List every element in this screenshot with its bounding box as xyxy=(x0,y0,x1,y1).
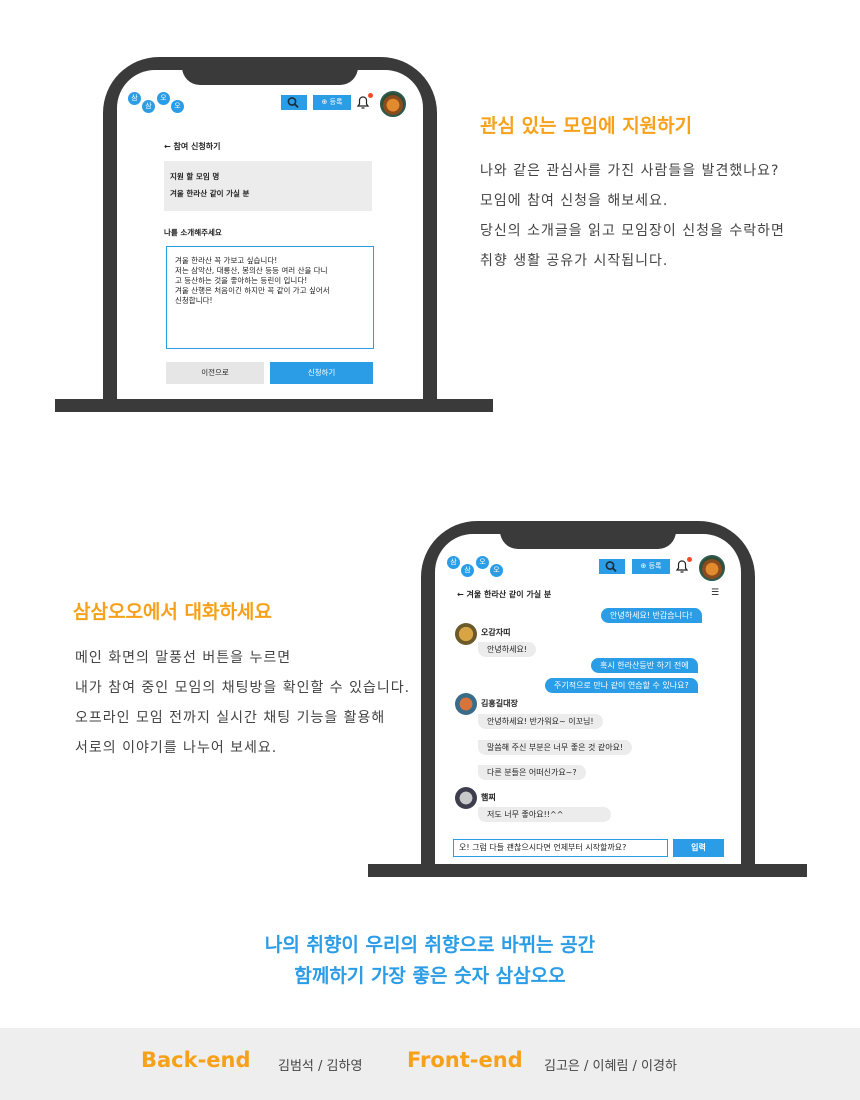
logo-char: 삼 xyxy=(461,564,474,577)
section-desc-line: 취향 생활 공유가 시작됩니다. xyxy=(480,253,669,269)
chat-avatar xyxy=(455,623,477,645)
logo-char: 삼 xyxy=(128,92,141,105)
section-desc-line: 메인 화면의 말풍선 버튼을 누르면 xyxy=(75,650,292,666)
intro-label: 나를 소개해주세요 xyxy=(164,228,222,237)
user-avatar[interactable] xyxy=(699,555,725,581)
chat-username: 오감자띠 xyxy=(481,628,511,637)
chat-bubble-other: 저도 너무 좋아요!!^^ xyxy=(478,807,611,822)
tagline-line2: 함께하기 가장 좋은 숫자 삼삼오오 xyxy=(294,965,566,987)
apply-button[interactable]: 신청하기 xyxy=(270,362,373,384)
chat-bubble-mine: 주기적으로 만나 같이 연습할 수 있나요? xyxy=(545,678,698,693)
phone-screen-apply xyxy=(117,70,423,402)
chat-avatar xyxy=(455,787,477,809)
logo-char: 삼 xyxy=(447,556,460,569)
chat-input[interactable]: 오! 그럼 다들 괜찮으시다면 언제부터 시작할까요? xyxy=(453,839,668,857)
user-avatar[interactable] xyxy=(380,91,406,117)
meeting-name-box xyxy=(164,161,372,211)
logo-char: 오 xyxy=(171,100,184,113)
register-button[interactable]: ⊕ 등록 xyxy=(313,95,351,110)
plus-circle-icon: ⊕ xyxy=(640,562,647,570)
chat-bubble-mine: 혹시 한라산등반 하기 전에 xyxy=(591,658,698,673)
logo-char: 오 xyxy=(157,92,170,105)
chat-bubble-other: 안녕하세요! xyxy=(478,642,537,657)
backend-names: 김범석 / 김하영 xyxy=(278,1059,363,1074)
frontend-names: 김고은 / 이혜림 / 이경하 xyxy=(544,1059,677,1074)
notification-dot xyxy=(687,557,692,562)
menu-icon[interactable]: ☰ xyxy=(711,588,719,598)
chat-avatar xyxy=(455,693,477,715)
chat-bubble-other: 다른 분들은 어떠신가요~? xyxy=(478,765,586,780)
section-title-apply: 관심 있는 모임에 지원하기 xyxy=(480,115,693,137)
register-button[interactable]: ⊕ 등록 xyxy=(632,559,670,574)
send-button[interactable]: 입력 xyxy=(673,839,724,857)
intro-text-line: 신청합니다! xyxy=(175,296,213,305)
back-link[interactable]: ← 참여 신청하기 xyxy=(164,141,220,152)
notification-dot xyxy=(368,93,373,98)
chat-title[interactable]: ← 겨울 한라산 같이 가실 분 xyxy=(457,589,551,600)
chat-username: 김홍길대장 xyxy=(481,699,518,708)
chat-bubble-other: 안녕하세요! 반가워요~ 이꼬님! xyxy=(478,714,603,729)
tagline-line1: 나의 취향이 우리의 취향으로 바뀌는 공간 xyxy=(264,934,596,956)
register-label: 등록 xyxy=(648,562,662,570)
prev-button[interactable]: 이전으로 xyxy=(166,362,264,384)
meeting-name-value: 겨울 한라산 같이 가실 분 xyxy=(170,189,250,198)
chat-username: 햄찌 xyxy=(481,793,496,802)
section-desc-line: 내가 참여 중인 모임의 채팅방을 확인할 수 있습니다. xyxy=(75,680,411,696)
phone-base-chat xyxy=(368,864,807,877)
search-button[interactable] xyxy=(281,95,307,110)
plus-circle-icon: ⊕ xyxy=(321,98,328,106)
logo-char: 오 xyxy=(490,564,503,577)
chat-bubble-other: 말씀해 주신 부분은 너무 좋은 것 같아요! xyxy=(478,740,633,755)
register-label: 등록 xyxy=(329,98,343,106)
logo-char: 오 xyxy=(476,556,489,569)
phone-notch xyxy=(500,521,676,549)
phone-notch xyxy=(182,57,358,85)
search-button[interactable] xyxy=(599,559,625,574)
search-icon xyxy=(287,97,299,108)
frontend-label: Front-end xyxy=(407,1048,523,1072)
app-logo[interactable]: 삼 삼 오 오 xyxy=(447,556,503,582)
section-title-chat: 삼삼오오에서 대화하세요 xyxy=(73,601,272,623)
section-desc-line: 당신의 소개글을 읽고 모임장이 신청을 수락하면 xyxy=(480,223,785,239)
chat-bubble-mine: 안녕하세요! 반갑습니다! xyxy=(601,608,702,623)
meeting-name-label: 지원 할 모임 명 xyxy=(170,172,220,181)
section-desc-line: 서로의 이야기를 나누어 보세요. xyxy=(75,740,278,756)
section-desc-line: 모임에 참여 신청을 해보세요. xyxy=(480,193,669,209)
section-desc-line: 나와 같은 관심사를 가진 사람들을 발견했나요? xyxy=(480,163,780,179)
backend-label: Back-end xyxy=(141,1048,251,1072)
section-desc-line: 오프라인 모임 전까지 실시간 채팅 기능을 활용해 xyxy=(75,710,386,726)
search-icon xyxy=(605,561,617,572)
phone-base-apply xyxy=(55,399,493,412)
logo-char: 삼 xyxy=(142,100,155,113)
app-logo[interactable]: 삼 삼 오 오 xyxy=(128,92,184,118)
